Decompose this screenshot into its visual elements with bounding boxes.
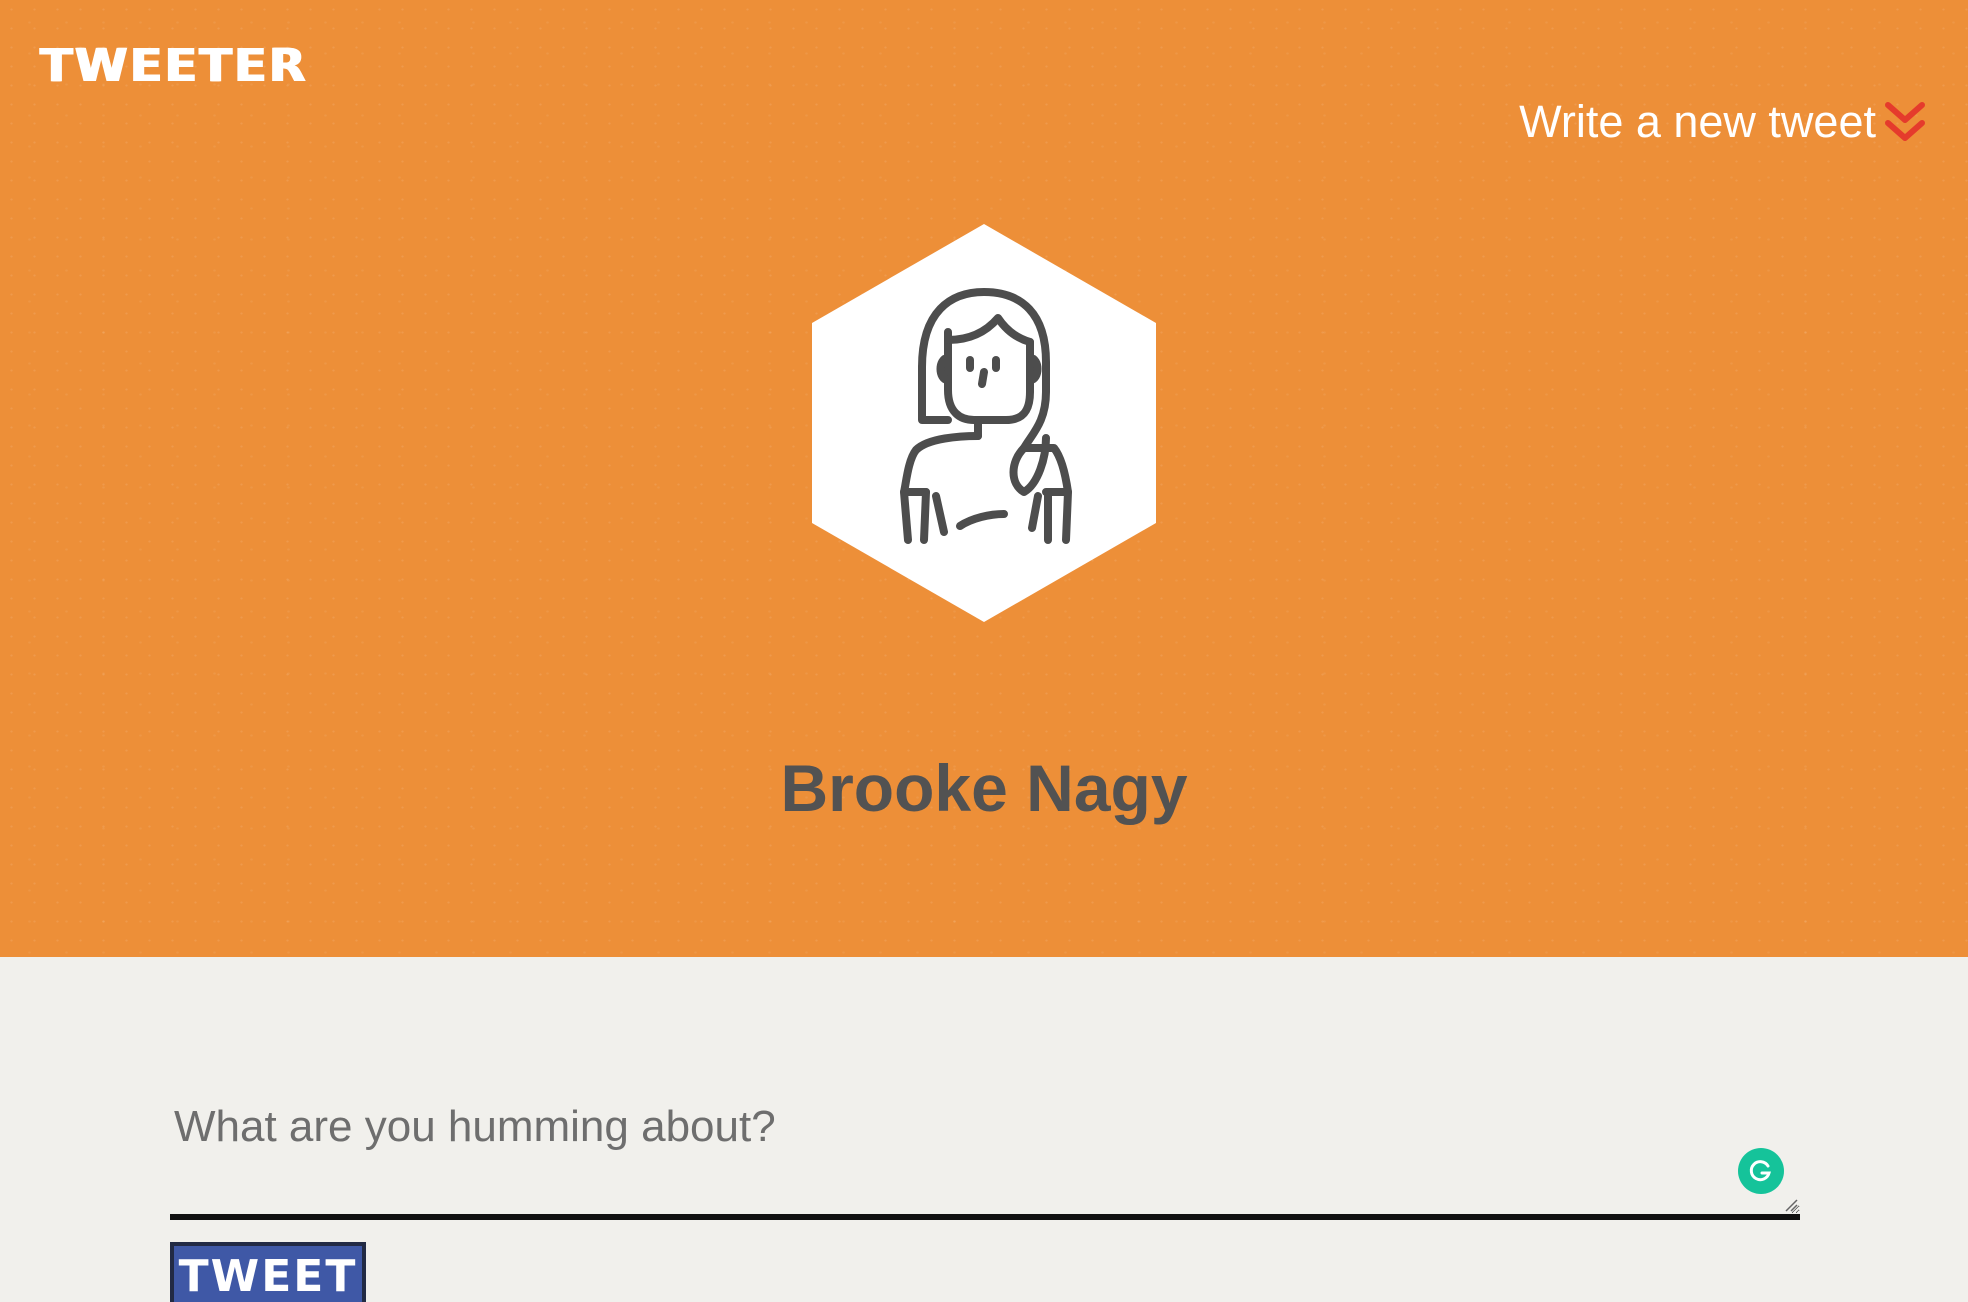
write-new-tweet-link[interactable]: Write a new tweet — [1519, 96, 1926, 148]
double-chevron-down-icon — [1885, 102, 1925, 141]
write-new-tweet-label: Write a new tweet — [1519, 96, 1876, 147]
page: TWEETER Write a new tweet Brooke Nagy Wh… — [0, 0, 1968, 1302]
user-avatar-icon — [812, 224, 1156, 622]
tweet-submit-button[interactable]: TWEET — [170, 1242, 366, 1302]
grammarly-icon[interactable] — [1738, 1148, 1784, 1194]
tweet-input[interactable] — [170, 1080, 1800, 1220]
resize-grip-icon[interactable] — [1784, 1198, 1798, 1212]
tweet-composer — [170, 1080, 1800, 1220]
grammarly-g-icon — [1749, 1160, 1771, 1182]
profile-hero: TWEETER Write a new tweet Brooke Nagy — [0, 0, 1968, 957]
profile-name: Brooke Nagy — [780, 751, 1188, 825]
site-logo[interactable]: TWEETER — [40, 39, 308, 92]
